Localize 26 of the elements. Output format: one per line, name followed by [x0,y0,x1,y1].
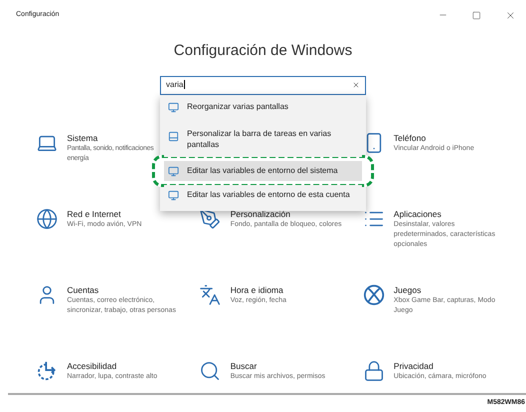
category-title[interactable]: Hora e idioma [230,284,342,296]
close-icon[interactable] [505,10,516,20]
monitor-icon [168,102,179,112]
category-title[interactable]: Juegos [394,284,506,296]
search-icon [199,360,222,382]
maximize-icon[interactable] [472,10,481,20]
category-title[interactable]: Buscar [230,360,342,372]
language-icon [199,284,222,306]
page-heading: Configuración de Windows [174,41,352,61]
category-title[interactable]: Red e Internet [67,208,179,220]
search-field[interactable]: varia [160,76,366,94]
lock-icon [362,360,385,382]
monitor-icon [168,190,179,200]
category-title[interactable]: Privacidad [394,360,506,372]
xbox-icon [362,284,385,306]
taskbar-icon [168,130,179,142]
category-title[interactable]: Cuentas [67,284,179,296]
category-title[interactable]: Accesibilidad [67,360,179,372]
suggestion-item[interactable]: Editar las variables de entorno del sistema [164,160,362,180]
globe-icon [36,208,58,230]
category-title[interactable]: Teléfono [394,132,506,144]
category-title[interactable]: Personalización [230,208,342,220]
accessibility-icon [36,360,58,382]
monitor-icon [168,166,179,176]
category-title[interactable]: Aplicaciones [394,208,506,220]
clear-icon[interactable] [352,81,360,89]
